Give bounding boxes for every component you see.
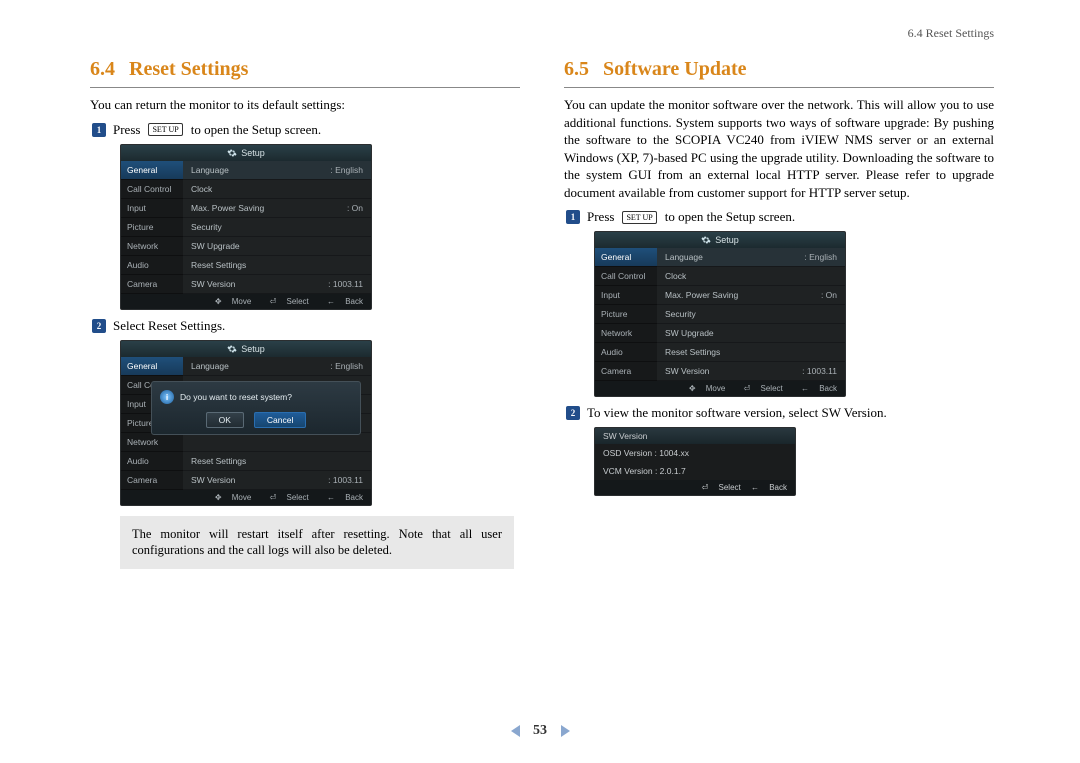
osd-row-val: : English <box>330 361 363 371</box>
column-left: 6.4 Reset Settings You can return the mo… <box>90 58 520 569</box>
osd-row-key: Language <box>191 361 330 371</box>
osd-row-val: : On <box>347 203 363 213</box>
osd-footer: ✥ Move ⏎ Select ← Back <box>121 294 371 309</box>
gear-icon <box>227 344 237 354</box>
osd-row-key: Max. Power Saving <box>191 203 347 213</box>
step-text: to open the Setup screen. <box>191 122 321 138</box>
step-badge-1: 1 <box>92 123 106 137</box>
osd-side-item: General <box>121 161 183 180</box>
osd-side-item: Input <box>595 286 657 305</box>
sw-version-title: SW Version <box>595 428 795 444</box>
osd-row-key: Max. Power Saving <box>665 290 821 300</box>
osd-row-key: Reset Settings <box>191 456 363 466</box>
osd-title: Setup <box>715 235 739 245</box>
osd-side-item: General <box>121 357 183 376</box>
setup-key-icon: SET UP <box>148 123 182 136</box>
note-box: The monitor will restart itself after re… <box>120 516 514 570</box>
step-2-right: 2 To view the monitor software version, … <box>566 405 994 421</box>
osd-setup-screenshot: Setup General Call Control Input Picture… <box>120 144 372 310</box>
osd-row-key: Clock <box>191 184 363 194</box>
osd-side-item: Audio <box>121 256 183 275</box>
intro-text-left: You can return the monitor to its defaul… <box>90 96 520 114</box>
dialog-question: Do you want to reset system? <box>180 392 292 402</box>
osd-row-key: Language <box>191 165 330 175</box>
osd-side-item: Call Control <box>595 267 657 286</box>
section-heading-reset: 6.4 Reset Settings <box>90 58 520 88</box>
osd-row-key: SW Upgrade <box>191 241 363 251</box>
sw-version-panel: SW Version OSD Version : 1004.xx VCM Ver… <box>594 427 796 496</box>
osd-side-item: Audio <box>121 452 183 471</box>
osd-reset-dialog-screenshot: Setup General Call Control Input Picture… <box>120 340 372 506</box>
osd-setup-screenshot-right: Setup General Call Control Input Picture… <box>594 231 846 397</box>
osd-version-line: OSD Version : 1004.xx <box>595 444 795 462</box>
osd-side-item: Picture <box>595 305 657 324</box>
cancel-button: Cancel <box>254 412 306 428</box>
osd-row-val: : 1003.11 <box>328 279 363 289</box>
vcm-version-line: VCM Version : 2.0.1.7 <box>595 462 795 480</box>
page-navigation: 53 <box>0 723 1080 739</box>
osd-row-key: Language <box>665 252 804 262</box>
step-badge-2: 2 <box>92 319 106 333</box>
osd-title: Setup <box>241 148 265 158</box>
osd-side-item: Camera <box>121 471 183 490</box>
osd-row-key: Security <box>191 222 363 232</box>
gear-icon <box>701 235 711 245</box>
step-1-left: 1 Press SET UP to open the Setup screen. <box>92 122 520 138</box>
osd-row-key: Security <box>665 309 837 319</box>
info-icon: i <box>160 390 174 404</box>
setup-key-icon: SET UP <box>622 211 656 224</box>
osd-side-item: Network <box>595 324 657 343</box>
step-2-left: 2 Select Reset Settings. <box>92 318 520 334</box>
osd-side-item: Network <box>121 237 183 256</box>
osd-title: Setup <box>241 344 265 354</box>
osd-row-key: SW Version <box>191 475 328 485</box>
osd-side-item: Audio <box>595 343 657 362</box>
osd-row-key <box>191 437 363 447</box>
osd-row-key: SW Version <box>665 366 802 376</box>
step-text: to open the Setup screen. <box>665 209 795 225</box>
running-header: 6.4 Reset Settings <box>908 26 994 41</box>
step-badge-1: 1 <box>566 210 580 224</box>
section-title: Software Update <box>603 58 747 81</box>
next-page-icon[interactable] <box>561 725 570 737</box>
osd-sidebar: General Call Control Input Picture Netwo… <box>121 161 183 294</box>
section-heading-software-update: 6.5 Software Update <box>564 58 994 88</box>
osd-row-key: Reset Settings <box>191 260 363 270</box>
section-number: 6.4 <box>90 58 115 81</box>
step-text: Press <box>587 209 614 225</box>
step-1-right: 1 Press SET UP to open the Setup screen. <box>566 209 994 225</box>
page-number: 53 <box>533 723 547 738</box>
intro-text-right: You can update the monitor software over… <box>564 96 994 201</box>
osd-side-item: Picture <box>121 218 183 237</box>
prev-page-icon[interactable] <box>511 725 520 737</box>
osd-row-val: : 1003.11 <box>802 366 837 376</box>
osd-side-item: Camera <box>595 362 657 381</box>
osd-row-key: SW Version <box>191 279 328 289</box>
step-text: Select Reset Settings. <box>113 318 225 334</box>
section-number: 6.5 <box>564 58 589 81</box>
osd-row-val: : English <box>330 165 363 175</box>
osd-row-key: Clock <box>665 271 837 281</box>
section-title: Reset Settings <box>129 58 248 81</box>
osd-row-val: : On <box>821 290 837 300</box>
step-text: Press <box>113 122 140 138</box>
osd-row-key: Reset Settings <box>665 347 837 357</box>
column-right: 6.5 Software Update You can update the m… <box>564 58 994 569</box>
osd-row-val: : English <box>804 252 837 262</box>
step-text: To view the monitor software version, se… <box>587 405 887 421</box>
osd-row-key: SW Upgrade <box>665 328 837 338</box>
osd-side-item: Call Control <box>121 180 183 199</box>
osd-side-item: Camera <box>121 275 183 294</box>
osd-side-item: General <box>595 248 657 267</box>
osd-side-item: Network <box>121 433 183 452</box>
osd-side-item: Input <box>121 199 183 218</box>
osd-main: Language: English Clock Max. Power Savin… <box>183 161 371 294</box>
gear-icon <box>227 148 237 158</box>
reset-confirm-dialog: i Do you want to reset system? OK Cancel <box>151 381 361 435</box>
osd-row-val: : 1003.11 <box>328 475 363 485</box>
step-badge-2: 2 <box>566 406 580 420</box>
ok-button: OK <box>206 412 244 428</box>
